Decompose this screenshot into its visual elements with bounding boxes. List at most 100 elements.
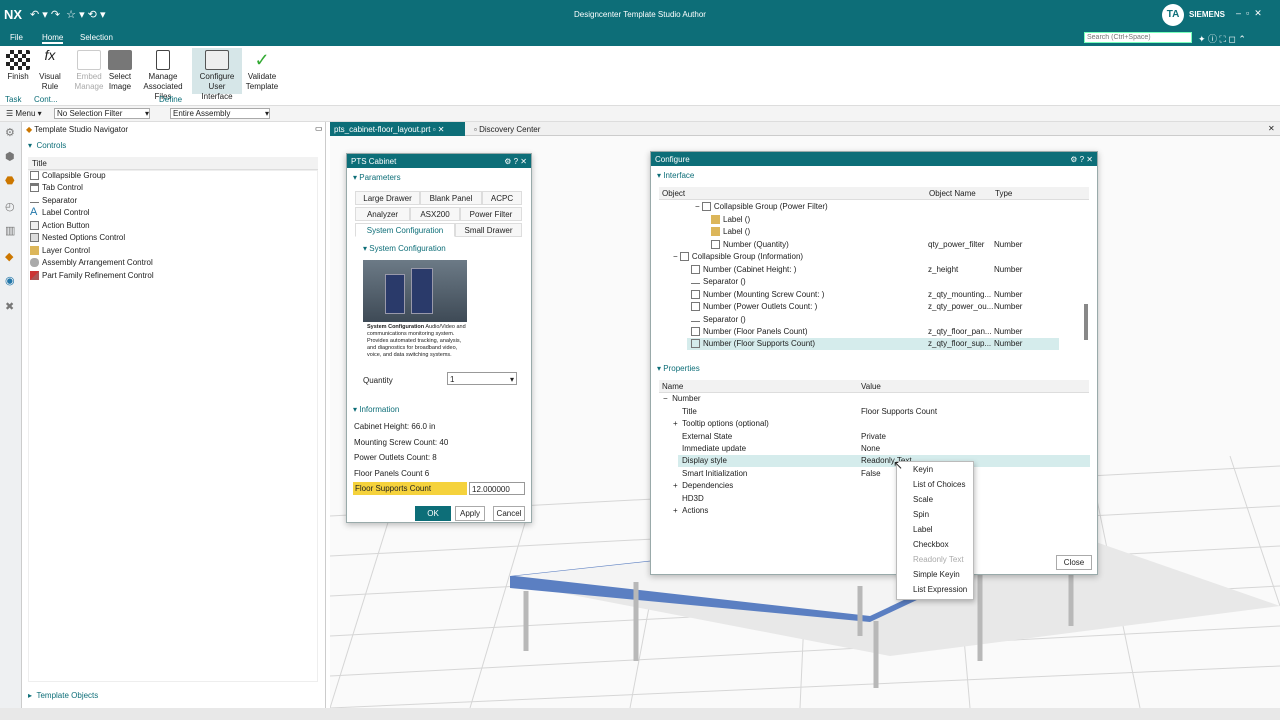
tab-large-drawer[interactable]: Large Drawer [355, 191, 420, 205]
group-cont[interactable]: Cont... [34, 95, 58, 104]
prop-row[interactable]: + Tooltip options (optional) [673, 418, 769, 430]
prop-row[interactable]: Smart Initialization False [682, 468, 1082, 480]
select-image-button[interactable]: Select Image [106, 50, 134, 92]
option-list-expression[interactable]: List Expression [897, 582, 973, 597]
interface-section[interactable]: ▾ Interface [657, 171, 694, 180]
table-row[interactable]: Number (Quantity) qty_power_filter Number [711, 239, 1091, 251]
option-checkbox[interactable]: Checkbox [897, 537, 973, 552]
option-spin[interactable]: Spin [897, 507, 973, 522]
table-row[interactable]: Number (Power Outlets Count: ) z_qty_powe… [691, 301, 1091, 313]
table-row[interactable]: Separator () [691, 314, 746, 326]
tab-analyzer[interactable]: Analyzer [355, 207, 410, 221]
tab-system-configuration[interactable]: System Configuration [355, 223, 455, 237]
column-title[interactable]: Title [28, 157, 318, 170]
table-row[interactable]: Label () [711, 214, 750, 226]
library-icon[interactable]: ▥ [5, 224, 15, 237]
tab-power-filter[interactable]: Power Filter [460, 207, 522, 221]
apply-button[interactable]: Apply [455, 506, 485, 521]
tools-icon[interactable]: ✖ [5, 300, 14, 313]
floor-supports-input[interactable]: 12.000000 [469, 482, 525, 495]
tab-small-drawer[interactable]: Small Drawer [455, 223, 522, 237]
prop-row[interactable]: Immediate update None [682, 443, 1082, 455]
nav-label-control[interactable]: A Label Control [30, 207, 90, 219]
tab-selection[interactable]: Selection [80, 33, 113, 42]
configure-controls-icon[interactable]: ⚙ ? ✕ [1070, 155, 1093, 164]
table-row[interactable]: Separator () [691, 276, 746, 288]
history-icon[interactable]: ◴ [5, 200, 15, 213]
help-icons[interactable]: ✦ ⓘ ⛶ ◻ ⌃ [1198, 32, 1246, 45]
configure-ui-button[interactable]: Configure User Interface [192, 48, 242, 101]
nav-part-family[interactable]: Part Family Refinement Control [30, 270, 154, 282]
option-label[interactable]: Label [897, 522, 973, 537]
table-row[interactable]: − Collapsible Group (Information) [673, 251, 803, 263]
nav-collapsible-group[interactable]: Collapsible Group [30, 170, 106, 182]
user-avatar[interactable]: TA [1162, 4, 1184, 26]
maximize-icon[interactable]: ▭ [315, 124, 323, 133]
template-objects-section[interactable]: ▸ Template Objects [28, 691, 98, 700]
ok-button[interactable]: OK [415, 506, 451, 521]
table-row[interactable]: Number (Mounting Screw Count: ) z_qty_mou… [691, 289, 1091, 301]
option-readonly-text[interactable]: Readonly Text [897, 552, 973, 567]
tab-discovery-center[interactable]: ▫ Discovery Center [470, 122, 544, 136]
part-icon[interactable]: ⬢ [5, 150, 15, 163]
col-type[interactable]: Type [995, 189, 1012, 198]
web-icon[interactable]: ◉ [5, 274, 15, 287]
validate-template-button[interactable]: ✓ Validate Template [244, 50, 280, 92]
nav-layer-control[interactable]: Layer Control [30, 245, 90, 257]
interface-scrollbar[interactable] [1084, 304, 1088, 340]
nav-assembly-arrangement[interactable]: Assembly Arrangement Control [30, 257, 153, 269]
controls-section[interactable]: ▾ Controls [28, 141, 66, 150]
option-simple-keyin[interactable]: Simple Keyin [897, 567, 973, 582]
search-input[interactable] [1084, 32, 1192, 43]
prop-row[interactable]: External State Private [682, 431, 1082, 443]
col-name[interactable]: Name [662, 382, 683, 391]
prop-row[interactable]: + Dependencies [673, 480, 733, 492]
tab-acpc[interactable]: ACPC [482, 191, 522, 205]
table-row[interactable]: − Collapsible Group (Power Filter) [695, 201, 828, 213]
quantity-select[interactable]: 1 ▾ [447, 372, 517, 385]
template-studio-icon[interactable]: ◆ [5, 250, 13, 263]
gear-icon[interactable]: ⚙ [5, 126, 15, 139]
cancel-button[interactable]: Cancel [493, 506, 525, 521]
tab-close-icon[interactable]: ✕ [1268, 124, 1275, 133]
selection-filter-select[interactable]: No Selection Filter ▾ [54, 108, 150, 119]
table-row-selected[interactable]: Number (Floor Supports Count) z_qty_floor… [687, 338, 1059, 350]
table-row[interactable]: Number (Floor Panels Count) z_qty_floor_p… [691, 326, 1091, 338]
finish-button[interactable]: Finish [4, 50, 32, 82]
tab-part-file[interactable]: pts_cabinet-floor_layout.prt ▫ ✕ [330, 122, 465, 136]
parameters-section[interactable]: ▾ Parameters [353, 173, 401, 182]
option-keyin[interactable]: Keyin [897, 462, 973, 477]
group-task[interactable]: Task [5, 95, 21, 104]
table-row[interactable]: Label () [711, 226, 750, 238]
system-configuration-section[interactable]: ▾ System Configuration [363, 244, 446, 253]
tab-blank-panel[interactable]: Blank Panel [420, 191, 482, 205]
prop-row[interactable]: Title Floor Supports Count [682, 406, 1082, 418]
nav-tab-control[interactable]: Tab Control [30, 182, 83, 194]
group-define[interactable]: Define [159, 95, 182, 104]
prop-row[interactable]: + Actions [673, 505, 708, 517]
embed-manage-button[interactable]: Embed Manage [72, 50, 106, 92]
prop-row-display-style[interactable]: Display style Readonly Text [678, 455, 1090, 467]
information-section[interactable]: ▾ Information [353, 405, 399, 414]
tab-home[interactable]: Home [42, 33, 64, 44]
prop-row[interactable]: − Number [663, 393, 701, 405]
col-value[interactable]: Value [861, 382, 881, 391]
properties-section[interactable]: ▾ Properties [657, 364, 700, 373]
visual-rule-button[interactable]: fx Visual Rule [36, 48, 64, 92]
window-controls-icon[interactable]: – ▫ ✕ [1236, 8, 1262, 19]
nav-nested-options[interactable]: Nested Options Control [30, 232, 125, 244]
table-row[interactable]: Number (Cabinet Height: ) z_height Number [691, 264, 1091, 276]
tab-asx200[interactable]: ASX200 [410, 207, 460, 221]
menu-button[interactable]: ☰ Menu ▾ [6, 109, 42, 118]
col-object[interactable]: Object [662, 189, 685, 198]
option-list-of-choices[interactable]: List of Choices [897, 477, 973, 492]
col-object-name[interactable]: Object Name [929, 189, 976, 198]
nav-action-button[interactable]: Action Button [30, 220, 90, 232]
prop-row[interactable]: HD3D [682, 493, 704, 505]
option-scale[interactable]: Scale [897, 492, 973, 507]
tab-file[interactable]: File [10, 33, 23, 42]
assembly-icon[interactable]: ⬣ [5, 174, 15, 187]
close-button[interactable]: Close [1056, 555, 1092, 570]
undo-icon[interactable]: ↶ ▾ ↷ ☆ ▾ ⟲ ▾ [30, 8, 105, 21]
nav-separator[interactable]: Separator [30, 195, 77, 207]
